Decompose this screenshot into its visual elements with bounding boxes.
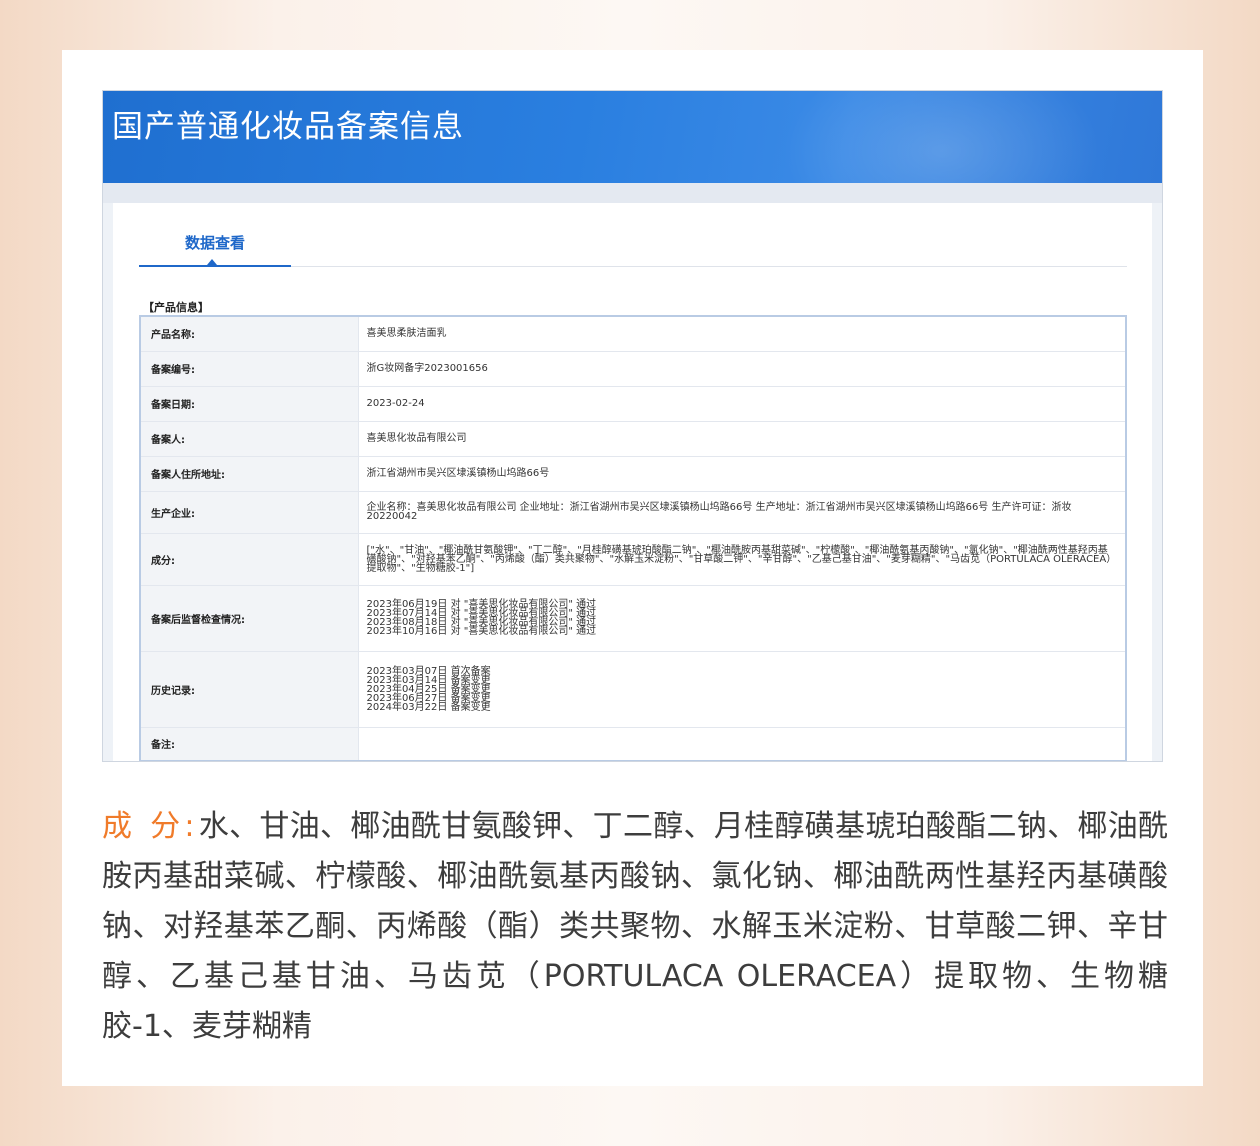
content-card: 国产普通化妆品备案信息 数据查看 【产品信息】 产品名称: 喜美思柔肤洁面乳 备… [62, 50, 1203, 1086]
row-value: 浙江省湖州市吴兴区埭溪镇杨山坞路66号 [357, 455, 1127, 492]
row-key: 产品名称: [139, 315, 359, 352]
table-row: 备案日期: 2023-02-24 [139, 385, 1127, 422]
row-key: 备案编号: [139, 350, 359, 387]
tab-active-caret-icon [207, 259, 217, 265]
row-value [357, 726, 1127, 761]
table-row: 产品名称: 喜美思柔肤洁面乳 [139, 315, 1127, 352]
row-key: 备案人住所地址: [139, 455, 359, 492]
record-panel: 数据查看 【产品信息】 产品名称: 喜美思柔肤洁面乳 备案编号: 浙G妆网备字2… [113, 203, 1152, 761]
row-value: 2023-02-24 [357, 385, 1127, 422]
ingredients-caption-label: 成 分: [102, 809, 199, 844]
table-row: 备案人住所地址: 浙江省湖州市吴兴区埭溪镇杨山坞路66号 [139, 455, 1127, 492]
table-row: 历史记录: 2023年03月07日 首次备案 2023年03月14日 备案变更 … [139, 650, 1127, 728]
row-value: 喜美思化妆品有限公司 [357, 420, 1127, 457]
header-divider [103, 183, 1162, 203]
ingredients-caption: 成 分:水、甘油、椰油酰甘氨酸钾、丁二醇、月桂醇磺基琥珀酸酯二钠、椰油酰胺丙基甜… [102, 802, 1168, 1052]
row-value: 企业名称：喜美思化妆品有限公司 企业地址：浙江省湖州市吴兴区埭溪镇杨山坞路66号… [357, 490, 1127, 534]
row-key: 备案人: [139, 420, 359, 457]
row-value: 浙G妆网备字2023001656 [357, 350, 1127, 387]
section-label-product-info: 【产品信息】 [143, 301, 209, 314]
row-key: 备案日期: [139, 385, 359, 422]
row-key: 历史记录: [139, 650, 359, 728]
table-row: 成分: ["水"、"甘油"、"椰油酰甘氨酸钾"、"丁二醇"、"月桂醇磺基琥珀酸酯… [139, 532, 1127, 586]
row-value: 2023年06月19日 对 "喜美思化妆品有限公司" 通过 2023年07月14… [357, 584, 1127, 652]
table-row: 备注: [139, 726, 1127, 761]
record-screenshot: 国产普通化妆品备案信息 数据查看 【产品信息】 产品名称: 喜美思柔肤洁面乳 备… [102, 90, 1163, 762]
table-row: 备案后监督检查情况: 2023年06月19日 对 "喜美思化妆品有限公司" 通过… [139, 584, 1127, 652]
table-row: 生产企业: 企业名称：喜美思化妆品有限公司 企业地址：浙江省湖州市吴兴区埭溪镇杨… [139, 490, 1127, 534]
tab-bar: 数据查看 [139, 227, 1127, 267]
row-key: 成分: [139, 532, 359, 586]
page-title: 国产普通化妆品备案信息 [112, 109, 464, 145]
row-value: ["水"、"甘油"、"椰油酰甘氨酸钾"、"丁二醇"、"月桂醇磺基琥珀酸酯二钠"、… [357, 532, 1127, 586]
row-value: 2023年03月07日 首次备案 2023年03月14日 备案变更 2023年0… [357, 650, 1127, 728]
row-key: 生产企业: [139, 490, 359, 534]
product-info-table: 产品名称: 喜美思柔肤洁面乳 备案编号: 浙G妆网备字2023001656 备案… [139, 315, 1127, 761]
table-row: 备案人: 喜美思化妆品有限公司 [139, 420, 1127, 457]
row-value: 喜美思柔肤洁面乳 [357, 315, 1127, 352]
ingredients-caption-text: 水、甘油、椰油酰甘氨酸钾、丁二醇、月桂醇磺基琥珀酸酯二钠、椰油酰胺丙基甜菜碱、柠… [102, 809, 1168, 1044]
row-key: 备案后监督检查情况: [139, 584, 359, 652]
table-row: 备案编号: 浙G妆网备字2023001656 [139, 350, 1127, 387]
row-key: 备注: [139, 726, 359, 761]
header-banner: 国产普通化妆品备案信息 [103, 91, 1162, 183]
